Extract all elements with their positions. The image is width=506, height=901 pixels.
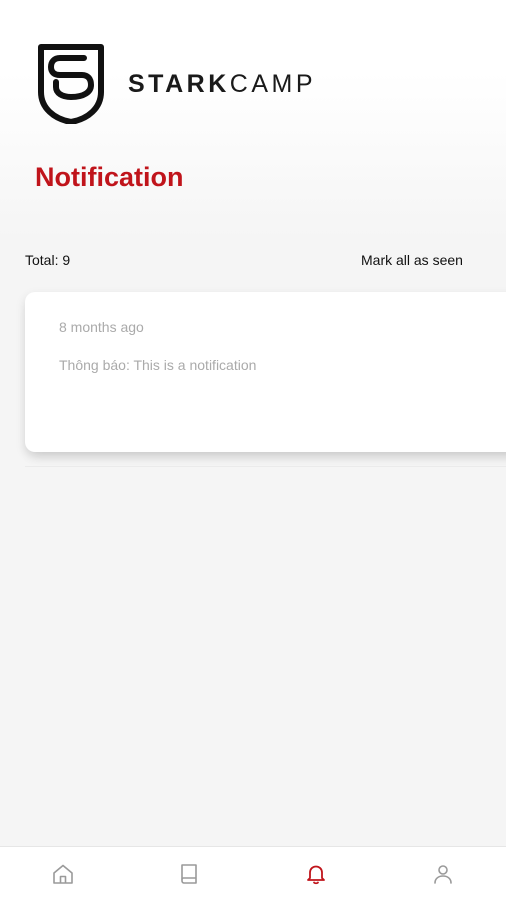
- list-divider: [25, 466, 506, 467]
- mark-all-seen-button[interactable]: Mark all as seen: [361, 252, 463, 268]
- nav-courses[interactable]: [126, 847, 252, 901]
- brand-name-light: CAMP: [229, 70, 316, 98]
- shield-logo-icon: [38, 44, 104, 124]
- brand-name-bold: STARK: [128, 70, 230, 98]
- notification-message: Thông báo: This is a notification: [59, 357, 257, 373]
- bell-icon: [307, 865, 325, 885]
- brand-name: STARKCAMP: [128, 70, 316, 99]
- home-icon: [53, 864, 73, 884]
- nav-profile[interactable]: [380, 847, 506, 901]
- user-icon: [434, 865, 452, 884]
- book-icon: [181, 864, 197, 884]
- nav-home[interactable]: [0, 847, 126, 901]
- nav-notifications[interactable]: [253, 847, 379, 901]
- notification-time: 8 months ago: [59, 319, 144, 335]
- notification-card[interactable]: 8 months ago Thông báo: This is a notifi…: [25, 292, 506, 452]
- total-count: Total: 9: [25, 252, 71, 268]
- starkcamp-logo: STARKCAMP: [38, 44, 378, 128]
- bottom-navigation: [0, 846, 506, 901]
- page-title: Notification: [35, 162, 184, 192]
